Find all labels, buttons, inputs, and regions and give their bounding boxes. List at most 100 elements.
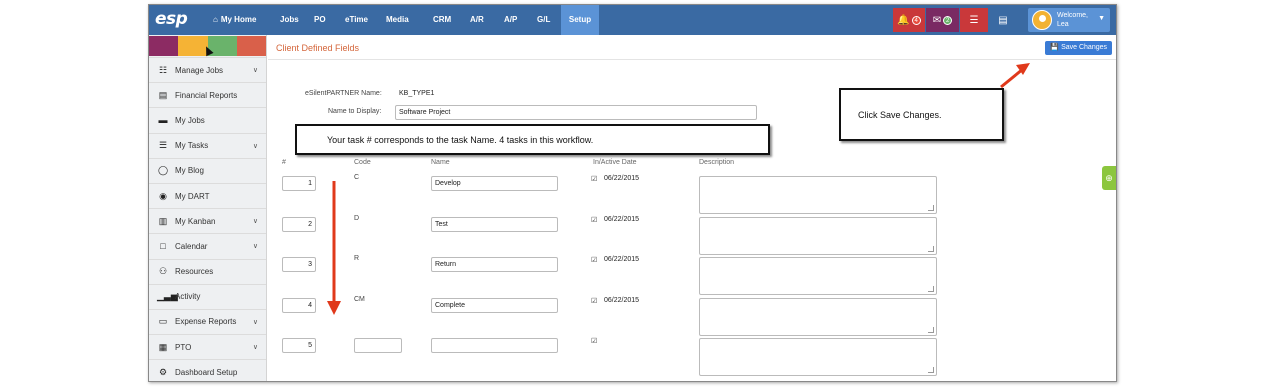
save-callout: Click Save Changes. — [839, 88, 1004, 141]
annotation-arrows — [327, 63, 1030, 315]
nav-setup[interactable]: Setup — [561, 5, 599, 35]
active-checkbox[interactable]: ☑ — [591, 256, 597, 264]
task-code: D — [354, 215, 360, 222]
active-date: 06/22/2015 — [604, 175, 640, 182]
sidebar-item-my-kanban[interactable]: ▥ My Kanban ∨ — [149, 208, 266, 233]
col-header-code: Code — [354, 159, 371, 166]
app-window: esp ⌂ My Home Jobs PO eTime Media CRM A/R… — [148, 4, 1117, 382]
bell-icon: 🔔 — [897, 14, 910, 26]
col-header-num: # — [282, 159, 286, 166]
partner-name-label: eSilentPARTNER Name: — [305, 90, 382, 97]
book-button[interactable]: ▤ — [991, 8, 1015, 32]
sidebar-item-label: Financial Reports — [175, 90, 238, 100]
description-textarea[interactable] — [699, 217, 937, 255]
sidebar-item-label: My Jobs — [175, 115, 205, 125]
sidebar-item-label: Expense Reports — [175, 317, 237, 327]
sidebar-item-dashboard-setup[interactable]: ⚙ Dashboard Setup — [149, 359, 266, 381]
sidebar: ☷ Manage Jobs ∨ ▤ Financial Reports ▬ My Jobs ☰… — [149, 35, 267, 381]
sidebar-item-my-dart[interactable]: ◉ My DART — [149, 182, 266, 208]
sidebar-item-resources[interactable]: ⚇ Resources — [149, 258, 266, 284]
theme-swatches — [149, 35, 266, 57]
book-icon: ▤ — [998, 14, 1008, 26]
display-name-label: Name to Display: — [328, 108, 382, 115]
sidebar-item-pto[interactable]: ▦ PTO ∨ — [149, 334, 266, 359]
messages-button[interactable]: ✉ 2 — [926, 8, 959, 32]
swatch-purple[interactable] — [149, 36, 179, 56]
cogs-icon: ⚙ — [158, 366, 168, 377]
nav-po[interactable]: PO — [308, 5, 332, 35]
alerts-badge: 4 — [911, 15, 921, 25]
task-number-input[interactable]: 3 — [282, 257, 316, 272]
alerts-button[interactable]: 🔔 4 — [893, 8, 925, 32]
nav-gl[interactable]: G/L — [531, 5, 556, 35]
save-changes-button[interactable]: 💾 Save Changes — [1045, 41, 1112, 55]
description-textarea[interactable] — [699, 257, 937, 295]
sidebar-item-my-jobs[interactable]: ▬ My Jobs — [149, 107, 266, 132]
active-checkbox[interactable]: ☑ — [591, 297, 597, 305]
page-title: Client Defined Fields — [276, 43, 360, 53]
task-number-input[interactable]: 2 — [282, 217, 316, 232]
nav-etime[interactable]: eTime — [339, 5, 374, 35]
sidebar-item-label: My DART — [175, 191, 210, 201]
database-button[interactable]: ☰ — [960, 8, 988, 32]
sidebar-item-label: Calendar — [175, 241, 208, 251]
description-textarea[interactable] — [699, 176, 937, 214]
nav-jobs[interactable]: Jobs — [274, 5, 305, 35]
esp-logo[interactable]: esp — [155, 9, 188, 29]
users-icon: ⚇ — [158, 266, 168, 277]
welcome-text: Welcome, Lea — [1057, 12, 1088, 28]
sidebar-item-expense-reports[interactable]: ▭ Expense Reports ∨ — [149, 308, 266, 334]
col-header-name: Name — [431, 159, 450, 166]
swatch-red[interactable] — [236, 36, 266, 56]
chevron-down-icon: ∨ — [252, 344, 258, 352]
sidebar-item-label: Activity — [175, 292, 201, 302]
zoom-in-icon: ⊕ — [1105, 173, 1113, 183]
nav-crm[interactable]: CRM — [427, 5, 457, 35]
task-number-input[interactable]: 4 — [282, 298, 316, 313]
sidebar-item-activity[interactable]: ▁▃▅ Activity — [149, 283, 266, 309]
active-checkbox[interactable]: ☑ — [591, 175, 597, 183]
display-name-input[interactable]: Software Project — [395, 105, 757, 120]
task-number-input[interactable]: 5 — [282, 338, 316, 353]
description-textarea[interactable] — [699, 338, 937, 376]
sidebar-item-my-blog[interactable]: ◯ My Blog — [149, 157, 266, 183]
swatch-orange[interactable] — [178, 36, 208, 56]
sidebar-item-label: My Tasks — [175, 141, 209, 151]
sidebar-item-calendar[interactable]: □ Calendar ∨ — [149, 233, 266, 258]
home-icon: ⌂ — [213, 15, 218, 24]
sidebar-item-label: Dashboard Setup — [175, 367, 238, 377]
description-textarea[interactable] — [699, 298, 937, 336]
task-name-input[interactable]: Complete — [431, 298, 558, 313]
code-input[interactable] — [354, 338, 402, 353]
chevron-down-icon: ∨ — [252, 142, 258, 150]
active-checkbox[interactable]: ☑ — [591, 216, 597, 224]
task-number-input[interactable]: 1 — [282, 176, 316, 191]
nav-ap[interactable]: A/P — [498, 5, 523, 35]
task-name-input[interactable]: Develop — [431, 176, 558, 191]
calendar-icon: □ — [160, 241, 166, 252]
divider — [268, 59, 1116, 60]
nav-media[interactable]: Media — [380, 5, 415, 35]
task-name-input[interactable] — [431, 338, 558, 353]
task-name-input[interactable]: Test — [431, 217, 558, 232]
active-checkbox[interactable]: ☑ — [591, 337, 597, 345]
nav-my-home[interactable]: ⌂ My Home — [207, 5, 262, 35]
sidebar-item-financial-reports[interactable]: ▤ Financial Reports — [149, 82, 266, 107]
sitemap-icon: ☷ — [158, 64, 168, 75]
task-name-input[interactable]: Return — [431, 257, 558, 272]
nav-ar[interactable]: A/R — [464, 5, 490, 35]
chevron-down-icon: ∨ — [252, 243, 258, 251]
sidebar-item-manage-jobs[interactable]: ☷ Manage Jobs ∨ — [149, 57, 266, 82]
user-menu[interactable]: Welcome, Lea ▼ — [1028, 8, 1110, 32]
active-date: 06/22/2015 — [604, 297, 640, 304]
sidebar-item-my-tasks[interactable]: ☰ My Tasks ∨ — [149, 132, 266, 158]
sidebar-item-label: Resources — [175, 267, 214, 277]
folder-icon: ▬ — [158, 115, 168, 126]
caret-down-icon: ▼ — [1098, 15, 1105, 22]
down-arrow — [327, 181, 341, 315]
zoom-in-tab[interactable]: ⊕ — [1102, 166, 1116, 190]
sidebar-item-label: PTO — [175, 342, 192, 352]
envelope-icon: ✉ — [932, 14, 942, 26]
bars-icon: ▁▃▅ — [157, 291, 178, 302]
report-icon: ▤ — [158, 89, 168, 100]
